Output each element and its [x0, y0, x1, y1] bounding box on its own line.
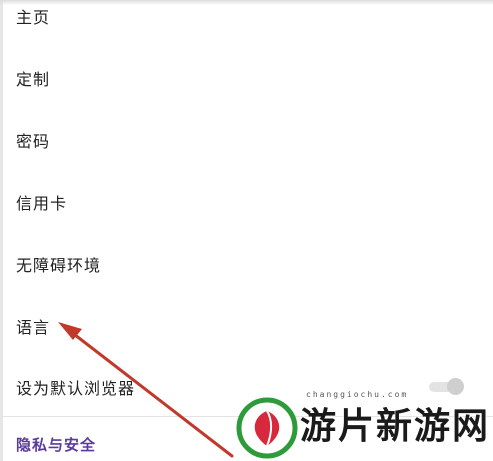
menu-item-label: 定制: [16, 70, 51, 89]
menu-item-label: 语言: [16, 318, 51, 337]
settings-page: 主页 定制 密码 信用卡 无障碍环境 语言 设为默认浏览器 隐私与安全 chan…: [0, 0, 493, 461]
menu-item-credit-card[interactable]: 信用卡: [0, 176, 493, 228]
menu-item-language[interactable]: 语言: [0, 300, 493, 352]
section-header-privacy-security: 隐私与安全: [16, 436, 97, 454]
watermark-brand-text: 游片新游网: [300, 406, 491, 447]
menu-item-passwords[interactable]: 密码: [0, 114, 493, 166]
menu-item-label: 无障碍环境: [16, 256, 102, 275]
menu-item-home[interactable]: 主页: [0, 0, 493, 42]
menu-item-customize[interactable]: 定制: [0, 52, 493, 104]
menu-item-label: 主页: [16, 8, 51, 27]
menu-item-accessibility[interactable]: 无障碍环境: [0, 238, 493, 290]
menu-item-label: 设为默认浏览器: [16, 379, 136, 398]
watermark: changgiochu.com 游片新游网: [236, 390, 493, 461]
menu-item-label: 信用卡: [16, 194, 68, 213]
menu-item-label: 密码: [16, 132, 51, 151]
watermark-logo-icon: [236, 397, 298, 459]
